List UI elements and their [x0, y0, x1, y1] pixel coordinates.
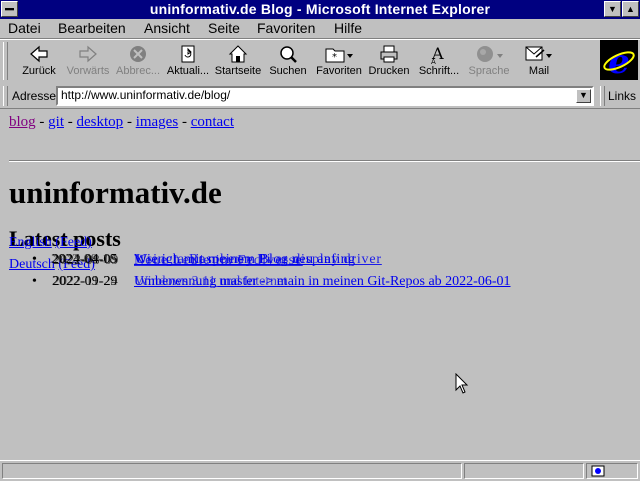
font-label: Schrift... — [418, 65, 460, 77]
menu-favoriten[interactable]: Favoriten — [257, 20, 315, 36]
back-label: Zurück — [22, 65, 56, 77]
language-label: Sprache — [468, 65, 510, 77]
menu-datei[interactable]: Datei — [8, 20, 41, 36]
favorites-button[interactable]: * Favoriten — [314, 42, 364, 82]
refresh-label: Aktuali... — [166, 65, 210, 77]
site-nav: blog - git - desktop - images - contact — [9, 114, 234, 131]
nav-separator: - — [181, 114, 187, 130]
nav-separator: - — [39, 114, 45, 130]
nav-separator: - — [126, 114, 132, 130]
ie-logo-icon: e — [603, 42, 635, 82]
stop-button[interactable]: Abbrec... — [113, 42, 163, 82]
svg-text:*: * — [332, 52, 337, 63]
address-dropdown-button[interactable]: ▼ — [576, 89, 591, 103]
list-bullet: • — [32, 274, 37, 289]
language-icon — [464, 43, 514, 65]
address-bar: Adresse http://www.uninformativ.de/blog/… — [0, 84, 640, 109]
menu-seite[interactable]: Seite — [208, 20, 240, 36]
mail-icon — [514, 43, 564, 65]
font-icon: AA — [414, 43, 464, 66]
ie-logo: e — [600, 40, 638, 82]
nav-separator: - — [67, 114, 73, 130]
lang-english-feed[interactable]: (Feed) — [55, 235, 92, 250]
nav-images[interactable]: images — [136, 114, 179, 130]
post-date: 2022-11-24 — [53, 274, 118, 289]
menu-ansicht[interactable]: Ansicht — [144, 20, 190, 36]
window-title: uninformativ.de Blog - Microsoft Interne… — [149, 1, 491, 17]
address-url: http://www.uninformativ.de/blog/ — [61, 88, 231, 102]
search-button[interactable]: Suchen — [263, 42, 313, 82]
refresh-button[interactable]: Aktuali... — [163, 42, 213, 82]
search-label: Suchen — [269, 65, 307, 77]
print-label: Drucken — [368, 65, 410, 77]
maximize-button[interactable]: ▲ — [622, 1, 639, 17]
home-button[interactable]: Startseite — [213, 42, 263, 82]
back-arrow-icon — [14, 43, 64, 65]
home-label: Startseite — [214, 65, 262, 77]
mail-button[interactable]: Mail — [514, 42, 564, 82]
menu-hilfe[interactable]: Hilfe — [334, 20, 362, 36]
links-button[interactable]: Links — [608, 89, 636, 103]
address-label: Adresse — [12, 89, 57, 103]
list-bullet: • — [32, 252, 37, 267]
language-button[interactable]: Sprache — [464, 42, 514, 82]
mail-label: Mail — [528, 65, 550, 77]
favorites-label: Favoriten — [316, 65, 362, 77]
address-grip[interactable] — [3, 86, 8, 106]
print-icon — [364, 43, 414, 65]
print-button[interactable]: Drucken — [364, 42, 414, 82]
font-button[interactable]: AA Schrift... — [414, 42, 464, 82]
home-icon — [213, 43, 263, 65]
page-content: blog - git - desktop - images - contact … — [0, 109, 640, 460]
post-link[interactable]: Using a Raspberry Pi as display driver — [136, 252, 382, 268]
search-icon — [263, 43, 313, 65]
toolbar-grip[interactable] — [3, 42, 8, 80]
status-text — [2, 463, 462, 479]
menu-bar: Datei Bearbeiten Ansicht Seite Favoriten… — [0, 19, 640, 39]
status-zone — [586, 463, 638, 479]
stop-icon — [113, 43, 163, 65]
divider — [9, 160, 640, 162]
nav-contact[interactable]: contact — [191, 114, 234, 130]
zone-icon — [591, 465, 605, 477]
favorites-icon: * — [314, 43, 364, 65]
lang-english: English (Feed) — [9, 235, 92, 251]
links-grip[interactable] — [600, 86, 605, 106]
nav-blog[interactable]: blog — [9, 114, 36, 130]
forward-label: Vorwärts — [66, 65, 110, 77]
forward-arrow-icon — [63, 43, 113, 65]
site-title: uninformativ.de — [9, 175, 222, 210]
mouse-cursor-icon — [455, 373, 469, 394]
nav-git[interactable]: git — [48, 114, 64, 130]
menu-bearbeiten[interactable]: Bearbeiten — [58, 20, 126, 36]
back-button[interactable]: Zurück — [14, 42, 64, 82]
post-date: 2023-08-18 — [51, 252, 117, 267]
forward-button[interactable]: Vorwärts — [63, 42, 113, 82]
chevron-down-icon: ▼ — [579, 90, 588, 100]
address-input[interactable]: http://www.uninformativ.de/blog/ ▼ — [56, 86, 594, 106]
status-progress — [464, 463, 584, 479]
toolbar: Zurück Vorwärts Abbrec... Aktuali... Sta… — [0, 39, 640, 85]
title-bar: uninformativ.de Blog - Microsoft Interne… — [0, 0, 640, 19]
nav-desktop[interactable]: desktop — [77, 114, 124, 130]
svg-text:e: e — [608, 42, 630, 80]
status-bar — [0, 460, 640, 481]
lang-english-link[interactable]: English — [9, 235, 52, 250]
stop-label: Abbrec... — [115, 65, 161, 77]
post-link[interactable]: Windows 3.11 und Internet — [135, 274, 287, 290]
svg-text:A: A — [431, 58, 436, 65]
refresh-icon — [163, 43, 213, 65]
minimize-button[interactable]: ▼ — [604, 1, 621, 17]
